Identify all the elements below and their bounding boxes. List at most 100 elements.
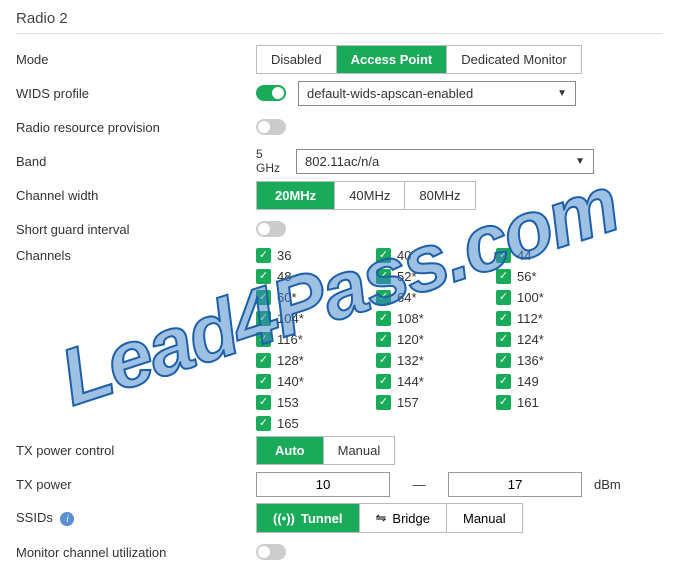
channel-label: 108* [397, 311, 424, 326]
channel-label: 60* [277, 290, 297, 305]
channel-label: 136* [517, 353, 544, 368]
channel-checkbox[interactable]: ✓ [256, 353, 271, 368]
channel-checkbox[interactable]: ✓ [376, 353, 391, 368]
band-prefix: 5 GHz [256, 147, 288, 175]
channel-item: ✓ 149 [496, 374, 616, 389]
chevron-down-icon: ▼ [575, 156, 585, 167]
channel-label: 149 [517, 374, 539, 389]
channel-checkbox[interactable]: ✓ [256, 290, 271, 305]
chevron-down-icon: ▼ [557, 88, 567, 99]
mcu-toggle[interactable] [256, 544, 286, 560]
chw-40mhz-button[interactable]: 40MHz [335, 182, 405, 209]
txpw-high-input[interactable] [448, 472, 582, 497]
channel-checkbox[interactable]: ✓ [376, 248, 391, 263]
channel-checkbox[interactable]: ✓ [496, 395, 511, 410]
channel-label: 120* [397, 332, 424, 347]
txpc-manual-button[interactable]: Manual [324, 437, 395, 464]
channel-item: ✓100* [496, 290, 616, 305]
channel-item: ✓ 157 [376, 395, 496, 410]
channel-item: ✓52* [376, 269, 496, 284]
ssid-bridge-button[interactable]: ⇋ Bridge [360, 504, 447, 532]
channel-checkbox[interactable]: ✓ [496, 374, 511, 389]
channel-label: 40 [397, 248, 411, 263]
channel-checkbox[interactable]: ✓ [496, 248, 511, 263]
channel-label: 112* [517, 311, 543, 326]
row-txpc: TX power control Auto Manual [16, 435, 662, 465]
channel-checkbox[interactable]: ✓ [376, 290, 391, 305]
channel-item: ✓ 132* [376, 353, 496, 368]
channel-checkbox[interactable]: ✓ [256, 269, 271, 284]
channel-label: 124* [517, 332, 544, 347]
channel-checkbox[interactable]: ✓ [376, 395, 391, 410]
row-mcu: Monitor channel utilization [16, 537, 662, 567]
channel-checkbox[interactable]: ✓ [496, 311, 511, 326]
channel-label: 161 [517, 395, 539, 410]
txpc-auto-button[interactable]: Auto [257, 437, 324, 464]
wids-label: WIDS profile [16, 86, 256, 101]
channels-label: Channels [16, 248, 256, 263]
channel-label: 56* [517, 269, 537, 284]
rrp-toggle[interactable] [256, 119, 286, 135]
channel-checkbox[interactable]: ✓ [496, 353, 511, 368]
ssid-tunnel-text: Tunnel [301, 511, 343, 526]
channel-label: 132* [397, 353, 424, 368]
mode-accesspoint-button[interactable]: Access Point [337, 46, 448, 73]
section-title: Radio 2 [16, 10, 662, 34]
txpw-unit: dBm [594, 477, 621, 492]
sgi-label: Short guard interval [16, 222, 256, 237]
channel-checkbox[interactable]: ✓ [376, 311, 391, 326]
channel-checkbox[interactable]: ✓ [376, 374, 391, 389]
channel-checkbox[interactable]: ✓ [496, 290, 511, 305]
channel-item: ✓104* [256, 311, 376, 326]
wids-dropdown[interactable]: default-wids-apscan-enabled ▼ [298, 81, 576, 106]
channel-checkbox[interactable]: ✓ [256, 248, 271, 263]
ssid-label: SSIDs [16, 510, 53, 525]
txpw-label: TX power [16, 477, 256, 492]
band-dropdown[interactable]: 802.11ac/n/a ▼ [296, 149, 594, 174]
channel-checkbox[interactable]: ✓ [496, 269, 511, 284]
channel-item: ✓ 60* [256, 290, 376, 305]
ssid-manual-button[interactable]: Manual [447, 504, 522, 532]
row-band: Band 5 GHz 802.11ac/n/a ▼ [16, 146, 662, 176]
channel-item: ✓ 56* [496, 269, 616, 284]
channel-item: ✓64* [376, 290, 496, 305]
channel-item: ✓ 136* [496, 353, 616, 368]
mode-label: Mode [16, 52, 256, 67]
chw-seg: 20MHz 40MHz 80MHz [256, 181, 476, 210]
chw-20mhz-button[interactable]: 20MHz [257, 182, 335, 209]
channel-item: ✓ 124* [496, 332, 616, 347]
channel-checkbox[interactable]: ✓ [376, 269, 391, 284]
channel-item: ✓ 40 [376, 248, 496, 263]
txpw-low-input[interactable] [256, 472, 390, 497]
channel-item: ✓44 [496, 248, 616, 263]
channel-checkbox[interactable]: ✓ [496, 332, 511, 347]
channel-item: ✓ 161 [496, 395, 616, 410]
txpw-dash: — [404, 477, 434, 492]
sgi-toggle[interactable] [256, 221, 286, 237]
channel-checkbox[interactable]: ✓ [256, 395, 271, 410]
channel-item: ✓ 153 [256, 395, 376, 410]
channel-item: ✓128* [256, 353, 376, 368]
row-ssid: SSIDs i ((•)) Tunnel ⇋ Bridge Manual [16, 503, 662, 533]
channel-checkbox[interactable]: ✓ [256, 332, 271, 347]
channel-checkbox[interactable]: ✓ [256, 311, 271, 326]
info-icon[interactable]: i [60, 512, 74, 526]
channel-checkbox[interactable]: ✓ [256, 374, 271, 389]
channel-label: 116* [277, 332, 303, 347]
ssid-tunnel-button[interactable]: ((•)) Tunnel [257, 504, 360, 532]
mode-dedicatedmonitor-button[interactable]: Dedicated Monitor [447, 46, 581, 73]
mode-disabled-button[interactable]: Disabled [257, 46, 337, 73]
ssid-label-wrap: SSIDs i [16, 510, 256, 527]
chw-80mhz-button[interactable]: 80MHz [405, 182, 474, 209]
rrp-label: Radio resource provision [16, 120, 256, 135]
bridge-icon: ⇋ [376, 510, 387, 526]
channel-label: 153 [277, 395, 299, 410]
channel-checkbox[interactable]: ✓ [256, 416, 271, 431]
tunnel-icon: ((•)) [273, 511, 295, 526]
mcu-label: Monitor channel utilization [16, 545, 256, 560]
wids-toggle[interactable] [256, 85, 286, 101]
channel-label: 157 [397, 395, 419, 410]
row-rrp: Radio resource provision [16, 112, 662, 142]
channel-item: ✓165 [256, 416, 376, 431]
channel-checkbox[interactable]: ✓ [376, 332, 391, 347]
